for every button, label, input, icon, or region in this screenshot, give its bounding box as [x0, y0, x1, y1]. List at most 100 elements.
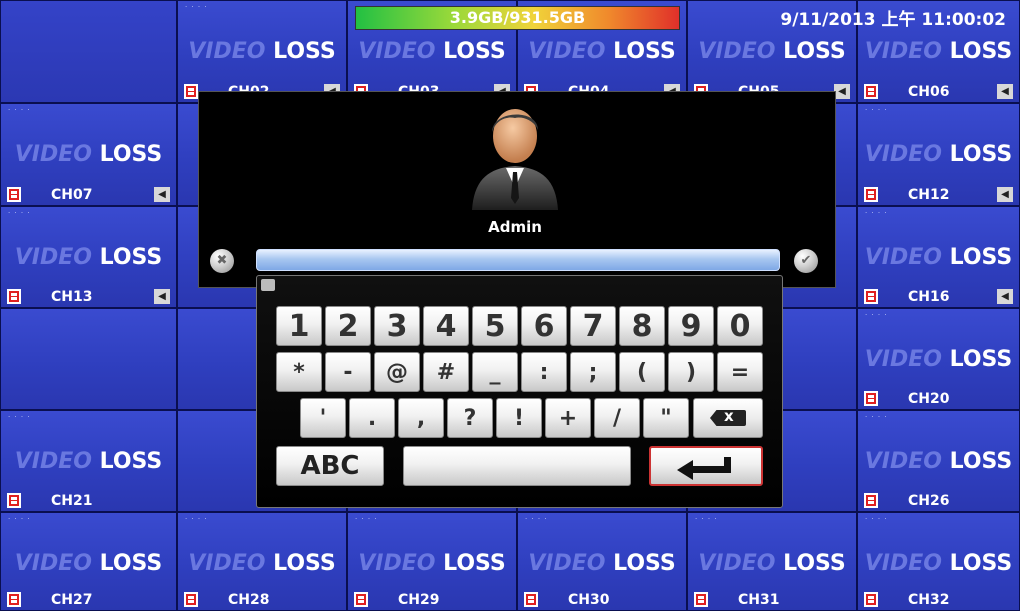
tile-empty[interactable] [0, 0, 177, 103]
camera-tile[interactable]: · · · · VIDEO LOSS CH20 [857, 308, 1020, 410]
channel-label: CH07 [51, 187, 93, 203]
key-9[interactable]: 9 [668, 306, 714, 346]
camera-tile[interactable]: · · · · VIDEO LOSS CH21 [0, 410, 177, 512]
key-question[interactable]: ? [447, 398, 493, 438]
speaker-icon[interactable]: ◀ [997, 84, 1013, 99]
video-loss-label: VIDEO LOSS [864, 347, 1013, 372]
key-minus[interactable]: - [325, 352, 371, 392]
key-4[interactable]: 4 [423, 306, 469, 346]
camera-tile[interactable]: · · · · VIDEO LOSS CH31 [687, 512, 857, 611]
video-loss-label: VIDEO LOSS [864, 245, 1013, 270]
channel-label: CH20 [908, 391, 950, 407]
speaker-icon[interactable]: ◀ [997, 187, 1013, 202]
datetime-display: 9/11/2013 上午 11:00:02 [780, 10, 1006, 30]
camera-tile[interactable]: · · · · VIDEO LOSS CH02 ◀ [177, 0, 347, 103]
key-apostrophe[interactable]: ' [300, 398, 346, 438]
tile-timestamp: · · · · [185, 515, 208, 523]
camera-tile[interactable]: · · · · VIDEO LOSS CH29 [347, 512, 517, 611]
camera-recording-icon [7, 493, 21, 508]
camera-tile[interactable]: · · · · VIDEO LOSS CH30 [517, 512, 687, 611]
camera-recording-icon [864, 592, 878, 607]
login-username: Admin [488, 218, 542, 236]
key-underscore[interactable]: _ [472, 352, 518, 392]
key-5[interactable]: 5 [472, 306, 518, 346]
camera-recording-icon [864, 289, 878, 304]
key-comma[interactable]: , [398, 398, 444, 438]
camera-tile[interactable]: · · · · VIDEO LOSS CH12 ◀ [857, 103, 1020, 206]
video-loss-label: VIDEO LOSS [528, 39, 676, 64]
video-loss-label: VIDEO LOSS [864, 39, 1013, 64]
cancel-button[interactable]: ✖ [210, 249, 234, 273]
video-loss-label: VIDEO LOSS [698, 551, 846, 576]
camera-recording-icon [524, 592, 538, 607]
confirm-button[interactable]: ✔ [794, 249, 818, 273]
speaker-icon[interactable]: ◀ [834, 84, 850, 99]
tile-timestamp: · · · · [355, 515, 378, 523]
key-exclamation[interactable]: ! [496, 398, 542, 438]
camera-tile[interactable]: · · · · VIDEO LOSS CH07 ◀ [0, 103, 177, 206]
channel-label: CH13 [51, 289, 93, 305]
abc-mode-key[interactable]: ABC [276, 446, 384, 486]
camera-tile[interactable]: · · · · VIDEO LOSS CH16 ◀ [857, 206, 1020, 308]
key-colon[interactable]: : [521, 352, 567, 392]
video-loss-label: VIDEO LOSS [14, 449, 163, 474]
camera-recording-icon [864, 84, 878, 99]
channel-label: CH21 [51, 493, 93, 509]
tile-timestamp: · · · · [865, 106, 888, 114]
key-quote[interactable]: " [643, 398, 689, 438]
key-asterisk[interactable]: * [276, 352, 322, 392]
key-paren-close[interactable]: ) [668, 352, 714, 392]
channel-label: CH16 [908, 289, 950, 305]
keyboard-icon [261, 279, 275, 291]
key-semicolon[interactable]: ; [570, 352, 616, 392]
speaker-icon[interactable]: ◀ [154, 289, 170, 304]
tile-timestamp: · · · · [695, 515, 718, 523]
password-input[interactable] [256, 249, 780, 271]
camera-tile[interactable]: · · · · VIDEO LOSS CH26 [857, 410, 1020, 512]
speaker-icon[interactable]: ◀ [154, 187, 170, 202]
camera-recording-icon [7, 289, 21, 304]
key-6[interactable]: 6 [521, 306, 567, 346]
video-loss-label: VIDEO LOSS [698, 39, 846, 64]
key-1[interactable]: 1 [276, 306, 322, 346]
video-loss-label: VIDEO LOSS [188, 39, 336, 64]
tile-timestamp: · · · · [865, 311, 888, 319]
key-7[interactable]: 7 [570, 306, 616, 346]
channel-label: CH27 [51, 592, 93, 608]
key-0[interactable]: 0 [717, 306, 763, 346]
camera-tile[interactable] [0, 308, 177, 410]
video-loss-label: VIDEO LOSS [188, 551, 336, 576]
key-at[interactable]: @ [374, 352, 420, 392]
key-paren-open[interactable]: ( [619, 352, 665, 392]
camera-tile[interactable]: · · · · VIDEO LOSS CH32 [857, 512, 1020, 611]
key-period[interactable]: . [349, 398, 395, 438]
camera-tile[interactable]: · · · · VIDEO LOSS CH27 [0, 512, 177, 611]
backspace-key[interactable] [693, 398, 763, 438]
camera-recording-icon [7, 592, 21, 607]
video-loss-label: VIDEO LOSS [864, 551, 1013, 576]
camera-recording-icon [354, 592, 368, 607]
camera-tile[interactable]: · · · · VIDEO LOSS CH28 [177, 512, 347, 611]
key-equals[interactable]: = [717, 352, 763, 392]
tile-timestamp: · · · · [865, 515, 888, 523]
tile-timestamp: · · · · [865, 209, 888, 217]
key-hash[interactable]: # [423, 352, 469, 392]
video-loss-label: VIDEO LOSS [358, 39, 506, 64]
camera-recording-icon [694, 592, 708, 607]
channel-label: CH29 [398, 592, 440, 608]
tile-timestamp: · · · · [8, 413, 31, 421]
camera-tile[interactable]: · · · · VIDEO LOSS CH13 ◀ [0, 206, 177, 308]
key-8[interactable]: 8 [619, 306, 665, 346]
tile-timestamp: · · · · [185, 3, 208, 11]
space-key[interactable] [403, 446, 631, 486]
video-loss-label: VIDEO LOSS [14, 245, 163, 270]
key-slash[interactable]: / [594, 398, 640, 438]
key-3[interactable]: 3 [374, 306, 420, 346]
tile-timestamp: · · · · [8, 515, 31, 523]
camera-recording-icon [184, 84, 198, 99]
speaker-icon[interactable]: ◀ [997, 289, 1013, 304]
channel-label: CH31 [738, 592, 780, 608]
key-2[interactable]: 2 [325, 306, 371, 346]
enter-key[interactable] [649, 446, 763, 486]
key-plus[interactable]: + [545, 398, 591, 438]
